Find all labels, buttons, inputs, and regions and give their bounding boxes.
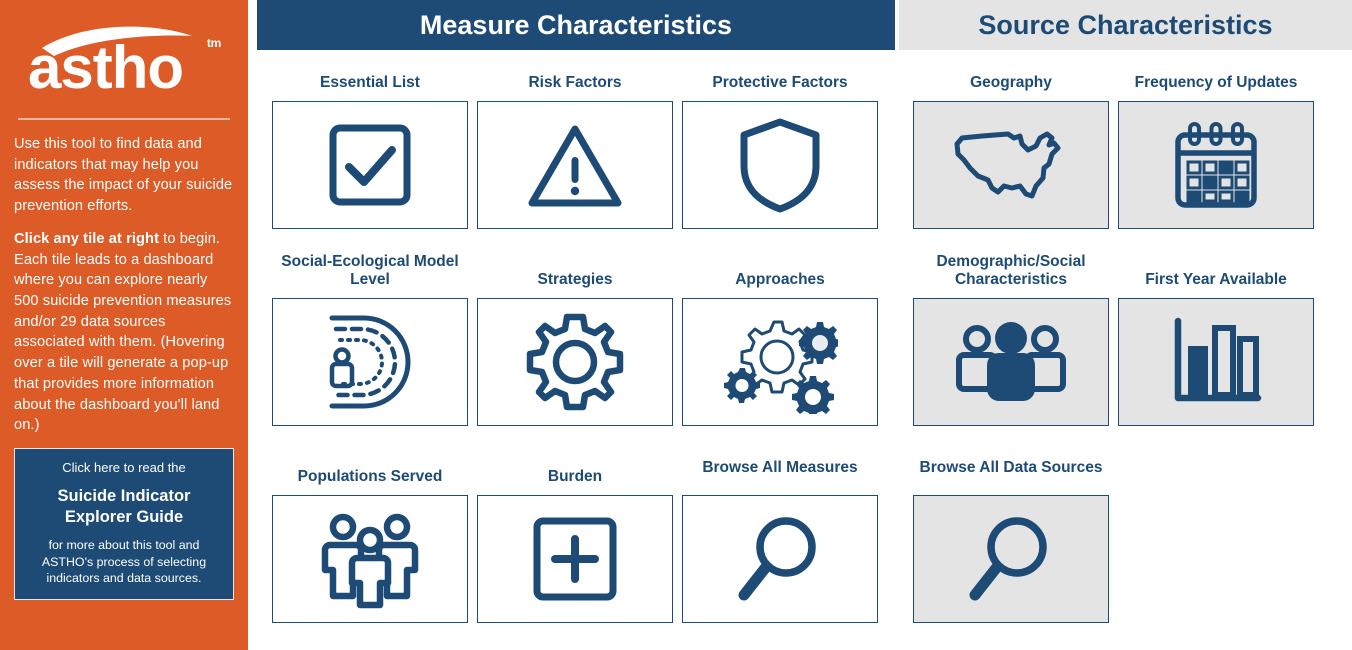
svg-text:astho: astho — [28, 34, 183, 98]
sidebar-intro-text: Use this tool to find data and indicator… — [14, 134, 234, 436]
plus-in-square-icon — [533, 517, 617, 601]
tile-image[interactable] — [477, 101, 673, 229]
astho-logo-mark: astho tm — [24, 20, 224, 98]
magnifier-icon — [738, 517, 816, 601]
tile-label: Strategies — [537, 270, 613, 288]
tile-frequency-of-updates[interactable]: Frequency of Updates — [1118, 56, 1314, 229]
tile-image[interactable] — [477, 495, 673, 623]
tile-image[interactable] — [272, 495, 468, 623]
tile-label: Essential List — [320, 73, 420, 91]
tile-browse-all-data-sources[interactable]: Browse All Data Sources — [913, 450, 1109, 623]
tile-label: Burden — [547, 467, 603, 485]
banner-source-characteristics: Source Characteristics — [899, 0, 1352, 50]
tile-label: Browse All Data Sources — [919, 458, 1103, 476]
magnifier-icon — [969, 517, 1047, 601]
tile-image[interactable] — [913, 495, 1109, 623]
tile-label: Frequency of Updates — [1134, 73, 1298, 91]
tile-essential-list[interactable]: Essential List — [272, 56, 468, 229]
tile-populations-served[interactable]: Populations Served — [272, 450, 468, 623]
multiple-gears-icon — [724, 320, 838, 414]
tile-image[interactable] — [682, 495, 878, 623]
warning-triangle-icon — [528, 125, 622, 207]
tile-label: Approaches — [735, 270, 825, 288]
tile-label: First Year Available — [1145, 270, 1287, 288]
tile-burden[interactable]: Burden — [477, 450, 673, 623]
calendar-icon — [1175, 122, 1257, 208]
tile-label: Risk Factors — [528, 73, 622, 91]
guide-top-line: Click here to read the — [62, 460, 186, 476]
sidebar: astho tm Use this tool to find data and … — [0, 0, 248, 650]
tile-geography[interactable]: Geography — [913, 56, 1109, 229]
tile-image[interactable] — [477, 298, 673, 426]
astho-wordmark-icon: astho — [28, 26, 192, 98]
sidebar-divider — [18, 118, 230, 120]
tile-label: Geography — [970, 73, 1052, 91]
guide-title: Suicide Indicator Explorer Guide — [57, 487, 191, 527]
tile-image[interactable] — [682, 298, 878, 426]
three-people-icon — [321, 513, 419, 609]
shield-icon — [740, 118, 820, 213]
guide-link-box[interactable]: Click here to read the Suicide Indicator… — [14, 448, 234, 600]
section-banners: Measure Characteristics Source Character… — [248, 0, 1352, 50]
banner-measure-characteristics: Measure Characteristics — [257, 0, 895, 50]
tile-first-year-available[interactable]: First Year Available — [1118, 253, 1314, 426]
intro-paragraph-1: Use this tool to find data and indicator… — [14, 136, 233, 215]
tile-social-ecological-model-level[interactable]: Social-Ecological Model Level — [272, 253, 468, 426]
us-map-icon — [954, 131, 1061, 199]
tile-grid: Essential List Risk Factors Protective F… — [248, 56, 1352, 650]
trademark-symbol: tm — [206, 36, 221, 50]
tile-image[interactable] — [272, 298, 468, 426]
tile-label: Demographic/Social Characteristics — [936, 252, 1086, 288]
tile-image[interactable] — [913, 101, 1109, 229]
tile-label: Populations Served — [297, 467, 443, 485]
tile-image[interactable] — [1118, 101, 1314, 229]
tile-label: Browse All Measures — [702, 458, 858, 476]
tile-image[interactable] — [272, 101, 468, 229]
tile-demographic-social-characteristics[interactable]: Demographic/Social Characteristics — [913, 253, 1109, 426]
guide-sub-line: for more about this tool and ASTHO's pro… — [41, 538, 207, 586]
tile-browse-all-measures[interactable]: Browse All Measures — [682, 450, 878, 623]
tile-risk-factors[interactable]: Risk Factors — [477, 56, 673, 229]
intro-bold-phrase: Click any tile at right — [14, 230, 160, 247]
checkbox-check-icon — [329, 124, 411, 206]
intro-paragraph-2: Click any tile at right to begin. Each t… — [14, 229, 234, 436]
main-content: Measure Characteristics Source Character… — [248, 0, 1352, 650]
tile-protective-factors[interactable]: Protective Factors — [682, 56, 878, 229]
concentric-arcs-person-icon — [329, 315, 411, 409]
gear-icon — [526, 313, 624, 411]
tile-image[interactable] — [1118, 298, 1314, 426]
tile-approaches[interactable]: Approaches — [682, 253, 878, 426]
tile-image[interactable] — [682, 101, 878, 229]
tile-image[interactable] — [913, 298, 1109, 426]
astho-logo: astho tm — [14, 0, 234, 118]
intro-rest: to begin. Each tile leads to a dashboard… — [14, 230, 232, 434]
tile-label: Social-Ecological Model Level — [281, 252, 459, 288]
app-root: astho tm Use this tool to find data and … — [0, 0, 1352, 650]
tile-label: Protective Factors — [712, 73, 848, 91]
bar-chart-icon — [1174, 317, 1262, 402]
tile-strategies[interactable]: Strategies — [477, 253, 673, 426]
group-people-filled-icon — [956, 322, 1066, 401]
